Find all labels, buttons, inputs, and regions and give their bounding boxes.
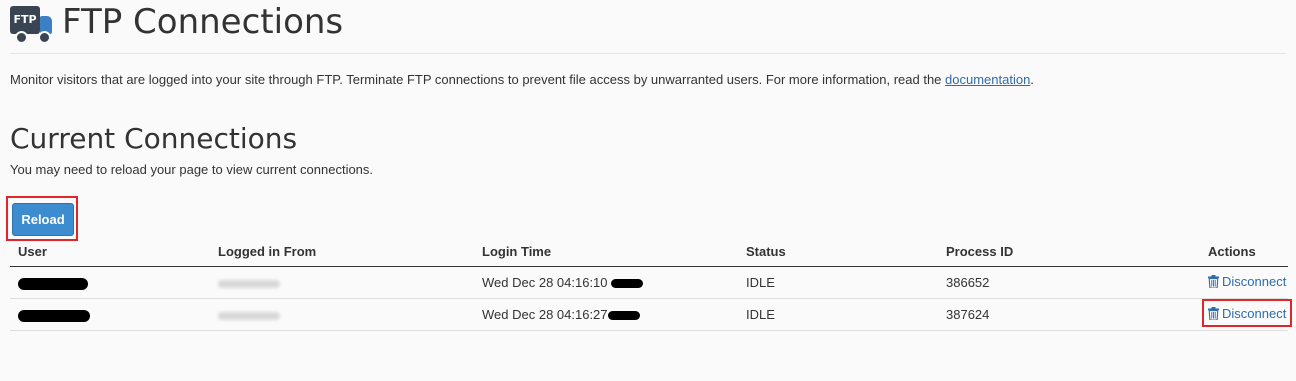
cell-status: IDLE xyxy=(738,298,938,331)
cell-actions: Disconnect xyxy=(1200,266,1288,299)
redacted-user xyxy=(18,309,90,322)
cell-logged-in-from xyxy=(210,266,474,299)
table-header-row: User Logged in From Login Time Status Pr… xyxy=(10,236,1288,267)
title-divider xyxy=(10,53,1286,54)
section-description: You may need to reload your page to view… xyxy=(10,162,374,177)
column-header-logged-in-from: Logged in From xyxy=(210,236,474,267)
redacted-ip xyxy=(218,311,280,320)
disconnect-highlight-box xyxy=(1202,299,1292,327)
cell-status: IDLE xyxy=(738,266,938,299)
disconnect-button[interactable]: Disconnect xyxy=(1208,274,1286,289)
connections-table: User Logged in From Login Time Status Pr… xyxy=(10,236,1292,331)
redacted-year xyxy=(611,279,644,289)
redacted-user xyxy=(18,277,88,290)
redacted-ip xyxy=(218,279,280,288)
reload-button[interactable]: Reload xyxy=(12,203,74,236)
column-header-actions: Actions xyxy=(1200,236,1288,267)
cell-login-time: Wed Dec 28 04:16:10 xyxy=(474,266,738,299)
section-title: Current Connections xyxy=(10,122,298,155)
ftp-icon-label: FTP xyxy=(10,6,40,34)
column-header-process-id: Process ID xyxy=(938,236,1200,267)
cell-user xyxy=(10,266,210,299)
redacted-year xyxy=(607,311,640,321)
cell-actions: Disconnect xyxy=(1200,298,1292,331)
trash-icon xyxy=(1208,275,1219,288)
cell-process-id: 387624 xyxy=(938,298,1200,331)
disconnect-button[interactable]: Disconnect xyxy=(1202,299,1292,327)
column-header-status: Status xyxy=(738,236,938,267)
ftp-truck-icon: FTP xyxy=(10,2,54,44)
table-row: Wed Dec 28 04:16:10 IDLE 386652 Disconne… xyxy=(10,266,1288,299)
page-title: FTP Connections xyxy=(62,2,344,42)
page-header: FTP FTP Connections xyxy=(10,2,344,44)
disconnect-label: Disconnect xyxy=(1222,274,1287,289)
column-header-user: User xyxy=(10,236,210,267)
cell-login-time: Wed Dec 28 04:16:27 xyxy=(474,298,738,331)
table-row: Wed Dec 28 04:16:27 IDLE 387624 Disconne… xyxy=(10,298,1292,331)
cell-process-id: 386652 xyxy=(938,266,1200,299)
column-header-login-time: Login Time xyxy=(474,236,738,267)
cell-logged-in-from xyxy=(210,298,474,331)
documentation-link[interactable]: documentation xyxy=(945,72,1030,87)
intro-text: Monitor visitors that are logged into yo… xyxy=(10,72,1034,87)
cell-user xyxy=(10,298,210,331)
